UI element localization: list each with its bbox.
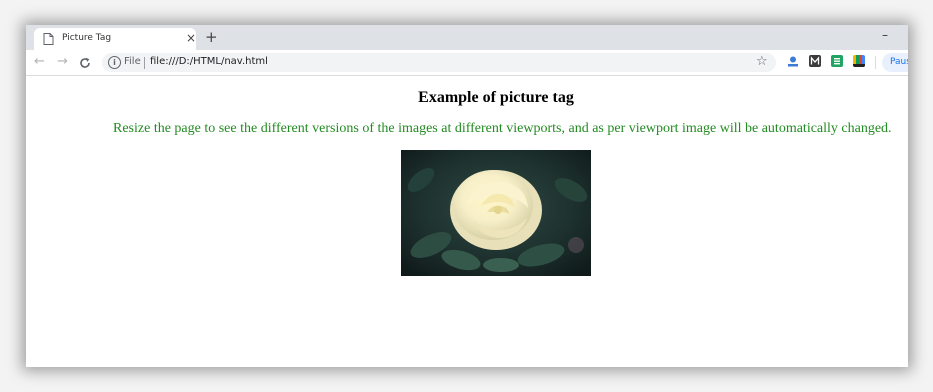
forward-arrow-icon[interactable]: → (57, 53, 68, 71)
new-tab-button[interactable]: + (205, 28, 218, 46)
tab-title: Picture Tag (62, 33, 112, 43)
green-ext-icon[interactable] (831, 55, 843, 67)
tab-strip: Picture Tag × + – (26, 25, 908, 50)
browser-toolbar: ← → i File file:///D:/HTML/nav.html ☆ Pa… (26, 50, 908, 76)
browser-window: Picture Tag × + – ← → i File file:///D:/… (26, 25, 908, 367)
info-icon[interactable]: i (108, 56, 121, 69)
tab-picture-tag[interactable]: Picture Tag × (34, 28, 196, 50)
url-text[interactable]: file:///D:/HTML/nav.html (150, 56, 268, 67)
toolbar-divider (875, 56, 876, 69)
back-arrow-icon[interactable]: ← (34, 53, 45, 71)
profile-ext-icon[interactable] (787, 55, 799, 67)
rose-image (401, 150, 591, 276)
reload-icon[interactable] (79, 57, 91, 69)
minimize-button[interactable]: – (882, 28, 888, 42)
paused-profile-button[interactable]: Paused (882, 53, 908, 72)
m-ext-icon[interactable] (809, 55, 821, 67)
bookmark-star-icon[interactable]: ☆ (756, 54, 768, 69)
close-tab-icon[interactable]: × (186, 31, 196, 45)
document-icon (43, 33, 54, 45)
address-bar[interactable]: i File file:///D:/HTML/nav.html ☆ (102, 53, 776, 72)
page-content: Example of picture tag Resize the page t… (26, 76, 908, 367)
page-heading: Example of picture tag (418, 89, 574, 106)
scheme-label: File (124, 56, 141, 67)
color-bars-ext-icon[interactable] (853, 55, 865, 67)
omnibox-divider (144, 57, 145, 69)
page-description: Resize the page to see the different ver… (113, 121, 892, 136)
